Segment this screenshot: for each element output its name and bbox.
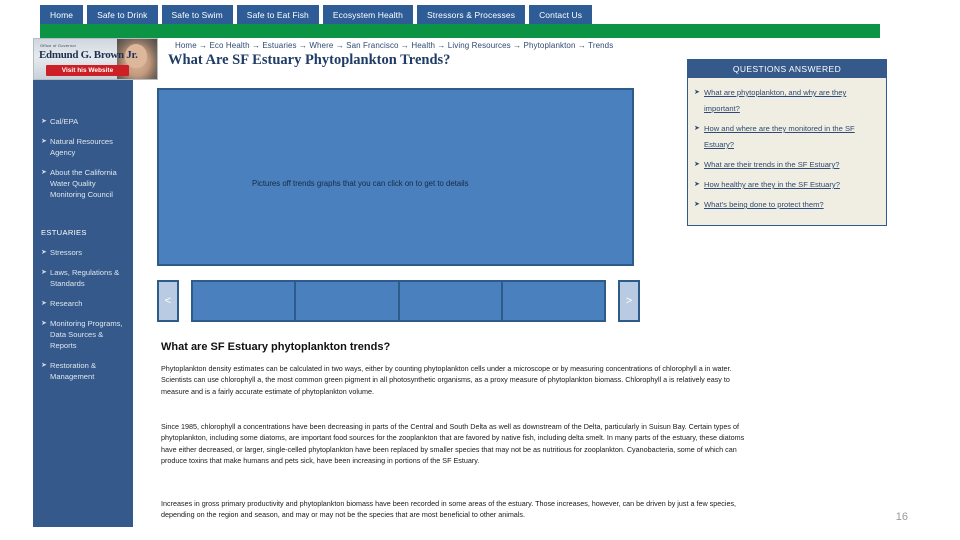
sidebar-item-label: Research — [50, 299, 83, 308]
nav-tab-stressors-processes[interactable]: Stressors & Processes — [414, 5, 528, 24]
nav-tab-home[interactable]: Home — [40, 5, 86, 24]
nav-tab-safe-to-drink[interactable]: Safe to Drink — [85, 5, 160, 24]
sidebar-item-research[interactable]: ➤ Research — [41, 298, 127, 309]
chevron-right-icon: ➤ — [41, 118, 47, 125]
governor-name: Edmund G. Brown Jr. — [39, 49, 138, 61]
sidebar-item-natural-resources-agency[interactable]: ➤ Natural Resources Agency — [41, 136, 127, 158]
nav-tab-label: Safe to Swim — [171, 9, 223, 20]
sidebar-agency-links: ➤ Cal/EPA ➤ Natural Resources Agency ➤ A… — [41, 116, 127, 209]
top-navigation: Home Safe to Drink Safe to Swim Safe to … — [40, 5, 595, 24]
sidebar-item-about-council[interactable]: ➤ About the California Water Quality Mon… — [41, 167, 127, 200]
chevron-right-icon: ➤ — [694, 125, 700, 132]
question-link[interactable]: What's being done to protect them? — [704, 197, 824, 213]
carousel-thumbnail-strip — [191, 280, 606, 322]
page-number: 16 — [895, 511, 908, 523]
nav-tab-label: Safe to Eat Fish — [246, 9, 309, 20]
carousel-thumbnail[interactable] — [296, 282, 400, 320]
chevron-right-icon: ➤ — [41, 300, 47, 307]
sidebar-item-calepa[interactable]: ➤ Cal/EPA — [41, 116, 127, 127]
chevron-right-icon: ➤ — [41, 249, 47, 256]
nav-tab-safe-to-swim[interactable]: Safe to Swim — [159, 5, 235, 24]
chevron-right-icon: ➤ — [694, 161, 700, 168]
carousel-prev-arrow-icon[interactable]: < — [157, 280, 179, 322]
content-paragraph: Phytoplankton density estimates can be c… — [161, 364, 732, 396]
thumbnail-carousel: < > — [157, 280, 640, 322]
nav-tab-label: Ecosystem Health — [332, 9, 403, 20]
questions-answered-list: ➤ What are phytoplankton, and why are th… — [688, 78, 886, 225]
sidebar-item-label: Natural Resources Agency — [50, 137, 113, 157]
media-placeholder-caption: Pictures off trends graphs that you can … — [252, 179, 469, 188]
carousel-next-arrow-icon[interactable]: > — [618, 280, 640, 322]
content-heading: What are SF Estuary phytoplankton trends… — [161, 341, 391, 353]
sidebar-item-stressors[interactable]: ➤ Stressors — [41, 247, 127, 258]
sidebar-item-label: Monitoring Programs, Data Sources & Repo… — [50, 319, 123, 350]
content-paragraph: Since 1985, chlorophyll a concentrations… — [161, 422, 745, 465]
question-link[interactable]: How healthy are they in the SF Estuary? — [704, 177, 840, 193]
chevron-right-icon: ➤ — [41, 362, 47, 369]
question-link[interactable]: What are their trends in the SF Estuary? — [704, 157, 839, 173]
questions-answered-panel: QUESTIONS ANSWERED ➤ What are phytoplank… — [687, 59, 887, 226]
left-sidebar: ➤ Cal/EPA ➤ Natural Resources Agency ➤ A… — [33, 38, 133, 527]
questions-answered-header: QUESTIONS ANSWERED — [688, 60, 886, 78]
question-link-row[interactable]: ➤ What's being done to protect them? — [694, 197, 880, 213]
chevron-right-icon: ➤ — [694, 89, 700, 96]
breadcrumb[interactable]: Home → Eco Health → Estuaries → Where → … — [175, 41, 613, 50]
sidebar-item-label: Laws, Regulations & Standards — [50, 268, 120, 288]
nav-tab-label: Home — [50, 9, 74, 20]
sidebar-estuaries-section: ESTUARIES ➤ Stressors ➤ Laws, Regulation… — [41, 228, 127, 391]
page-title: What Are SF Estuary Phytoplankton Trends… — [168, 52, 451, 68]
sidebar-item-laws-regulations-standards[interactable]: ➤ Laws, Regulations & Standards — [41, 267, 127, 289]
media-placeholder[interactable] — [157, 88, 634, 266]
question-link[interactable]: How and where are they monitored in the … — [704, 121, 880, 153]
question-link-row[interactable]: ➤ What are their trends in the SF Estuar… — [694, 157, 880, 173]
carousel-thumbnail[interactable] — [193, 282, 297, 320]
chevron-right-icon: ➤ — [41, 320, 47, 327]
governor-pretitle: Office of Governor — [40, 43, 77, 48]
question-link[interactable]: What are phytoplankton, and why are they… — [704, 85, 880, 117]
chevron-right-icon: ➤ — [694, 181, 700, 188]
nav-tab-ecosystem-health[interactable]: Ecosystem Health — [320, 5, 415, 24]
question-link-row[interactable]: ➤ How and where are they monitored in th… — [694, 121, 880, 153]
nav-tab-label: Stressors & Processes — [426, 9, 516, 20]
governor-logo-banner[interactable]: Office of Governor Edmund G. Brown Jr. V… — [33, 38, 158, 80]
content-paragraph: Increases in gross primary productivity … — [161, 499, 737, 520]
chevron-right-icon: ➤ — [694, 201, 700, 208]
visit-website-button[interactable]: Visit his Website — [46, 65, 129, 76]
chevron-right-icon: ➤ — [41, 269, 47, 276]
sidebar-item-label: Stressors — [50, 248, 83, 257]
sidebar-section-heading: ESTUARIES — [41, 228, 87, 237]
sidebar-item-monitoring-programs[interactable]: ➤ Monitoring Programs, Data Sources & Re… — [41, 318, 127, 351]
carousel-thumbnail[interactable] — [502, 282, 604, 320]
sidebar-item-restoration-management[interactable]: ➤ Restoration & Management — [41, 360, 127, 382]
carousel-thumbnail[interactable] — [399, 282, 503, 320]
chevron-right-icon: ➤ — [41, 138, 47, 145]
nav-tab-contact-us[interactable]: Contact Us — [527, 5, 595, 24]
green-accent-bar — [40, 24, 880, 38]
nav-tab-label: Contact Us — [539, 9, 583, 20]
question-link-row[interactable]: ➤ How healthy are they in the SF Estuary… — [694, 177, 880, 193]
question-link-row[interactable]: ➤ What are phytoplankton, and why are th… — [694, 85, 880, 117]
nav-tab-label: Safe to Drink — [97, 9, 148, 20]
chevron-right-icon: ➤ — [41, 169, 47, 176]
sidebar-item-label: About the California Water Quality Monit… — [50, 168, 117, 199]
sidebar-item-label: Restoration & Management — [50, 361, 97, 381]
nav-tab-safe-to-eat-fish[interactable]: Safe to Eat Fish — [234, 5, 321, 24]
sidebar-item-label: Cal/EPA — [50, 117, 79, 126]
